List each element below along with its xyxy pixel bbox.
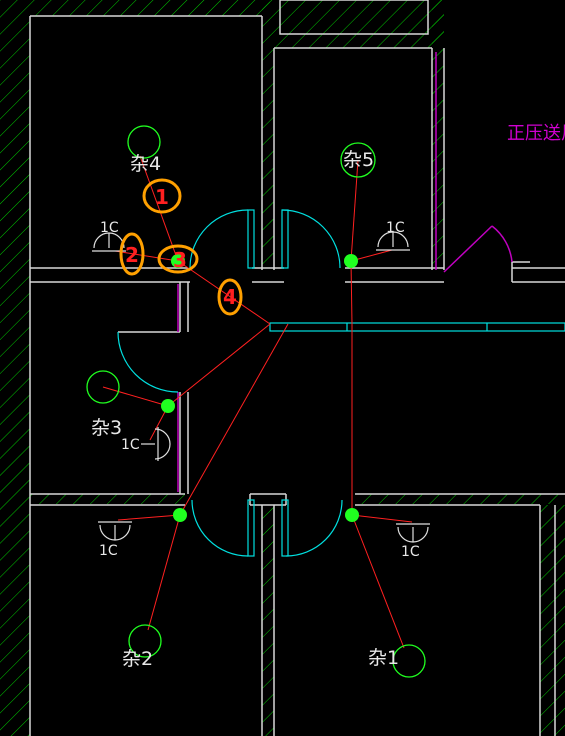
label-za5: 杂5	[343, 149, 374, 171]
marker-2-text: 2	[125, 243, 139, 267]
socket-label: 1C	[121, 437, 140, 453]
socket-labels: 1C 1C 1C 1C 1C	[99, 220, 420, 560]
label-za3: 杂3	[91, 417, 122, 439]
marker-1: 1	[142, 178, 182, 214]
socket-symbol	[396, 523, 430, 543]
equipment-circles	[86, 125, 426, 678]
wall-outlines	[29, 15, 565, 736]
marker-4: 4	[217, 278, 243, 316]
junction-node	[344, 254, 358, 268]
socket-label: 1C	[99, 543, 118, 559]
label-za4: 杂4	[130, 153, 161, 175]
pressure-note: 正压送风	[507, 123, 565, 144]
wiring-lines	[102, 155, 413, 649]
magenta-partitions	[177, 52, 513, 492]
door-swings	[117, 209, 343, 557]
junction-node	[173, 508, 187, 522]
marker-3-text: 3	[173, 248, 187, 272]
marker-4-text: 4	[223, 285, 237, 309]
socket-symbol	[141, 427, 171, 461]
socket-label: 1C	[100, 220, 119, 236]
cad-drawing-view: 杂4 杂5 杂3 杂2 杂1 1C 1C 1C 1C 1C 正压送风 1 2 3…	[0, 0, 565, 736]
label-za1: 杂1	[368, 647, 399, 669]
annotation-markers: 1 2 3 4	[119, 178, 243, 316]
socket-symbol	[98, 521, 132, 541]
junction-node	[345, 508, 359, 522]
junction-node	[161, 399, 175, 413]
marker-1-text: 1	[155, 185, 169, 209]
floor-plan: 杂4 杂5 杂3 杂2 杂1 1C 1C 1C 1C 1C 正压送风 1 2 3…	[0, 0, 565, 736]
corridor-strip	[269, 322, 565, 332]
socket-label: 1C	[386, 220, 405, 236]
label-za2: 杂2	[122, 648, 153, 670]
hatched-walls	[0, 0, 565, 736]
socket-label: 1C	[401, 544, 420, 560]
